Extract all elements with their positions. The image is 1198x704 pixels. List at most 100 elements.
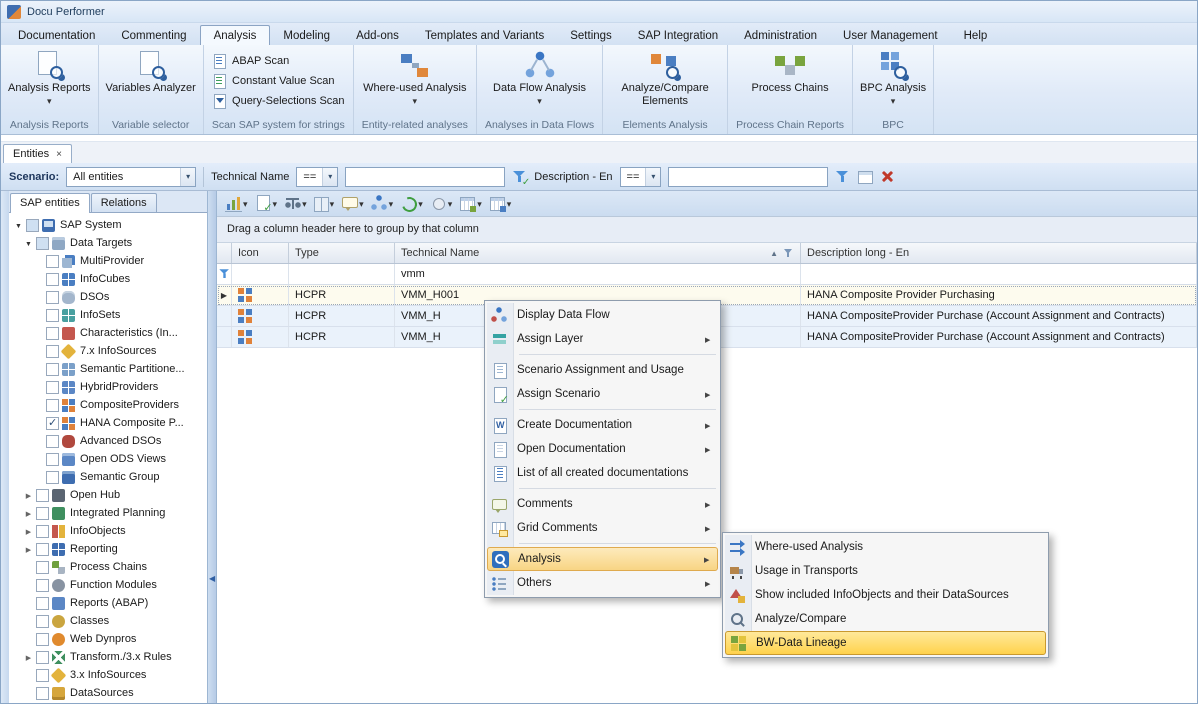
description-operator-dropdown[interactable]: == [620, 167, 662, 187]
tab-entities[interactable]: Entities × [3, 144, 72, 163]
dropdown-arrow-icon[interactable] [418, 198, 423, 210]
tree-item[interactable]: HANA Composite P... [31, 414, 207, 432]
context-menu-item[interactable] [487, 485, 718, 492]
filter-cell-description[interactable] [801, 264, 1197, 284]
clear-filter-icon[interactable] [880, 169, 895, 184]
tree-item[interactable]: 7.x InfoSources [31, 342, 207, 360]
menu-tab[interactable]: Modeling [270, 26, 343, 45]
tree-item[interactable]: Function Modules [21, 576, 207, 594]
toolbar-button[interactable] [371, 195, 394, 212]
chevron-down-icon[interactable] [645, 168, 660, 186]
tree-checkbox[interactable] [36, 507, 49, 520]
tree-checkbox[interactable] [46, 453, 59, 466]
menu-tab[interactable]: Documentation [5, 26, 108, 45]
submenu-item[interactable]: Analyze/Compare [725, 607, 1046, 631]
column-header-description[interactable]: Description long - En [801, 243, 1197, 263]
tree-item[interactable]: SAP System [11, 216, 207, 234]
tree-checkbox[interactable] [36, 651, 49, 664]
description-filter-input[interactable] [668, 167, 828, 187]
context-menu-item[interactable]: Analysis [487, 547, 718, 571]
tree-item[interactable]: Open ODS Views [31, 450, 207, 468]
menu-tab[interactable]: Commenting [108, 26, 199, 45]
analysis-reports-button[interactable]: Analysis Reports [4, 47, 95, 107]
abap-scan-button[interactable]: ABAP Scan [207, 51, 350, 71]
tree-checkbox[interactable] [46, 381, 59, 394]
tree-checkbox[interactable] [36, 669, 49, 682]
tree-item[interactable]: Reporting [21, 540, 207, 558]
context-menu-item[interactable]: Scenario Assignment and Usage [487, 358, 718, 382]
data-flow-analysis-button[interactable]: Data Flow Analysis [489, 47, 590, 107]
tree-item[interactable]: Open Hub [21, 486, 207, 504]
tree-checkbox[interactable] [36, 543, 49, 556]
analyze-compare-elements-button[interactable]: Analyze/Compare Elements [606, 47, 724, 107]
tree-item[interactable]: Semantic Group [31, 468, 207, 486]
column-header-icon[interactable]: Icon [232, 243, 289, 263]
tree-item[interactable]: InfoObjects [21, 522, 207, 540]
chevron-down-icon[interactable] [322, 168, 337, 186]
tree-checkbox[interactable] [46, 309, 59, 322]
tree-item[interactable]: Transform./3.x Rules [21, 648, 207, 666]
expand-collapse-icon[interactable] [23, 651, 34, 663]
expand-collapse-icon[interactable] [23, 489, 34, 501]
tree-checkbox[interactable] [46, 273, 59, 286]
expand-collapse-icon[interactable] [23, 543, 34, 555]
submenu-item[interactable]: Where-used Analysis [725, 535, 1046, 559]
tree-checkbox[interactable] [26, 219, 39, 232]
context-menu-item[interactable] [487, 540, 718, 547]
context-menu-item[interactable]: Create Documentation [487, 413, 718, 437]
tree-checkbox[interactable] [46, 435, 59, 448]
context-menu-item[interactable]: Comments [487, 492, 718, 516]
tree-item[interactable]: Web Dynpros [21, 630, 207, 648]
tab-relations[interactable]: Relations [91, 193, 157, 212]
tree-checkbox[interactable] [46, 255, 59, 268]
constant-value-scan-button[interactable]: Constant Value Scan [207, 71, 350, 91]
tree-checkbox[interactable] [46, 399, 59, 412]
context-menu-item[interactable]: Open Documentation [487, 437, 718, 461]
tree-item[interactable]: Classes [21, 612, 207, 630]
submenu-item[interactable]: Usage in Transports [725, 559, 1046, 583]
tree-item[interactable]: HybridProviders [31, 378, 207, 396]
menu-tab[interactable]: Add-ons [343, 26, 412, 45]
tree-checkbox[interactable] [36, 633, 49, 646]
context-menu-item[interactable]: Display Data Flow [487, 303, 718, 327]
dropdown-arrow-icon[interactable] [477, 198, 482, 210]
menu-tab[interactable]: Analysis [200, 25, 271, 45]
dropdown-arrow-icon[interactable] [273, 198, 278, 210]
tree-item[interactable]: Advanced DSOs [31, 432, 207, 450]
column-filter-icon[interactable] [783, 248, 794, 259]
context-menu-item[interactable]: Others [487, 571, 718, 595]
filter-cell-technical-name[interactable]: vmm [395, 264, 801, 284]
tree-checkbox[interactable] [36, 597, 49, 610]
tree-item[interactable]: Integrated Planning [21, 504, 207, 522]
context-menu-item[interactable]: Assign Scenario [487, 382, 718, 406]
tree-checkbox[interactable] [46, 471, 59, 484]
tree-item[interactable]: InfoSets [31, 306, 207, 324]
tree-item[interactable]: Process Chains [21, 558, 207, 576]
scenario-dropdown[interactable]: All entities [66, 167, 196, 187]
context-menu-item[interactable]: Grid Comments [487, 516, 718, 540]
tree-item[interactable]: DataSources [21, 684, 207, 702]
process-chains-button[interactable]: Process Chains [748, 47, 833, 95]
technical-name-filter-icon[interactable] [512, 169, 527, 185]
expand-collapse-icon[interactable] [13, 219, 24, 231]
chevron-down-icon[interactable] [180, 168, 195, 186]
dropdown-arrow-icon[interactable] [389, 198, 394, 210]
tree-item[interactable]: DSOs [31, 288, 207, 306]
tree-checkbox[interactable] [36, 561, 49, 574]
dropdown-arrow-icon[interactable] [243, 198, 248, 210]
tree-item[interactable]: 3.x InfoSources [21, 666, 207, 684]
technical-name-operator-dropdown[interactable]: == [296, 167, 338, 187]
tree-checkbox[interactable] [36, 525, 49, 538]
tree-checkbox[interactable] [36, 615, 49, 628]
context-menu-item[interactable]: List of all created documentations [487, 461, 718, 485]
technical-name-filter-input[interactable] [345, 167, 505, 187]
tree-checkbox[interactable] [46, 363, 59, 376]
tree-checkbox[interactable] [46, 291, 59, 304]
description-filter-icon[interactable] [835, 169, 850, 185]
toolbar-button[interactable] [341, 195, 364, 212]
menu-tab[interactable]: User Management [830, 26, 951, 45]
tree-checkbox[interactable] [46, 327, 59, 340]
dropdown-arrow-icon[interactable] [507, 198, 512, 210]
dropdown-arrow-icon[interactable] [359, 198, 364, 210]
context-menu-item[interactable]: Assign Layer [487, 327, 718, 351]
